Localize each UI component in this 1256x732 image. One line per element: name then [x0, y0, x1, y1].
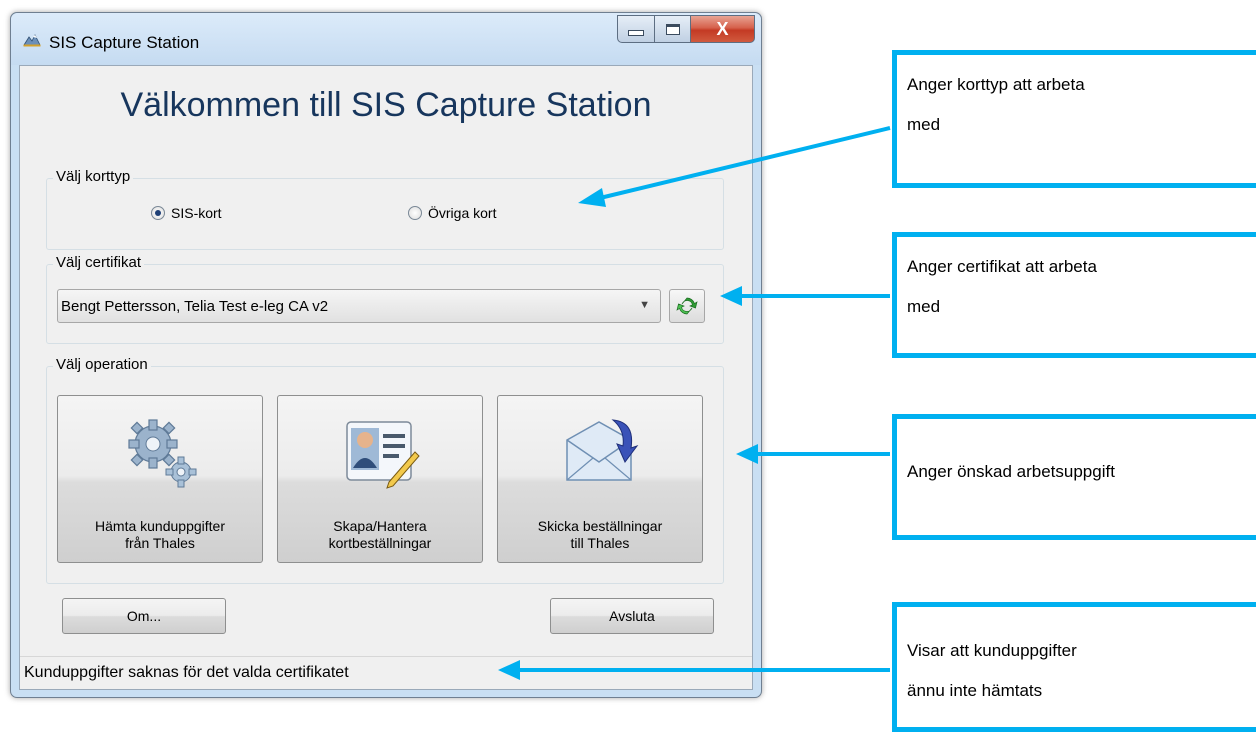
callout-card-type-line1: Anger korttyp att arbeta: [907, 75, 1085, 94]
send-orders-label: Skicka beställningar till Thales: [537, 518, 663, 551]
card-type-group: Välj korttyp SIS-kort Övriga kort: [46, 168, 724, 250]
window-title: SIS Capture Station: [49, 33, 200, 52]
card-type-label: Välj korttyp: [53, 168, 134, 185]
gears-icon: [128, 419, 197, 488]
radio-checked-icon: [151, 206, 165, 220]
callout-status-line1: Visar att kunduppgifter: [907, 641, 1077, 660]
app-icon: [23, 34, 41, 47]
fetch-customer-data-button[interactable]: Hämta kunduppgifter från Thales: [57, 395, 263, 563]
callout-card-type-line2: med: [907, 115, 941, 134]
manage-card-orders-label: Skapa/Hantera kortbeställningar: [328, 518, 432, 551]
maximize-icon: [665, 23, 680, 35]
about-button[interactable]: Om...: [62, 598, 226, 634]
radio-sis-kort[interactable]: SIS-kort: [151, 205, 222, 221]
status-text: Kunduppgifter saknas för det valda certi…: [24, 664, 349, 681]
callout-operation-line1: Anger önskad arbetsuppgift: [907, 462, 1115, 481]
close-button[interactable]: X: [691, 15, 755, 43]
chevron-down-icon: ▼: [639, 299, 650, 311]
close-icon: X: [716, 18, 729, 39]
exit-button[interactable]: Avsluta: [550, 598, 714, 634]
status-bar: Kunduppgifter saknas för det valda certi…: [20, 656, 752, 689]
callout-certificate-line2: med: [907, 297, 941, 316]
minimize-icon: [628, 30, 644, 36]
fetch-customer-data-label: Hämta kunduppgifter från Thales: [95, 518, 225, 551]
minimize-button[interactable]: [617, 15, 655, 43]
caption-buttons: X: [617, 15, 755, 45]
certificate-label: Välj certifikat: [53, 254, 145, 271]
callout-status: Visar att kunduppgifter ännu inte hämtat…: [892, 602, 1256, 732]
callout-certificate-line1: Anger certifikat att arbeta: [907, 257, 1097, 276]
send-mail-icon: [566, 419, 639, 481]
radio-sis-kort-label: SIS-kort: [171, 205, 222, 221]
welcome-heading: Välkommen till SIS Capture Station: [120, 86, 652, 124]
certificate-selected-value: Bengt Pettersson, Telia Test e-leg CA v2: [61, 297, 329, 315]
callout-card-type: Anger korttyp att arbeta med: [892, 50, 1256, 188]
radio-unchecked-icon: [408, 206, 422, 220]
operation-group: Välj operation Hämta kunduppgifter från …: [46, 356, 724, 584]
certificate-group: Välj certifikat Bengt Pettersson, Telia …: [46, 254, 724, 344]
radio-ovriga-kort[interactable]: Övriga kort: [408, 205, 496, 221]
manage-card-orders-button[interactable]: Skapa/Hantera kortbeställningar: [277, 395, 483, 563]
certificate-dropdown[interactable]: Bengt Pettersson, Telia Test e-leg CA v2…: [57, 289, 661, 323]
radio-ovriga-kort-label: Övriga kort: [428, 205, 497, 221]
operation-label: Välj operation: [53, 356, 151, 373]
client-area: Välkommen till SIS Capture Station Välj …: [19, 65, 753, 690]
refresh-icon: [676, 297, 698, 315]
callout-status-line2: ännu inte hämtats: [907, 681, 1043, 700]
app-window: SIS Capture Station X Välkommen till SIS…: [10, 12, 762, 698]
title-bar[interactable]: SIS Capture Station X: [11, 13, 761, 65]
maximize-button[interactable]: [655, 15, 691, 43]
refresh-button[interactable]: [669, 289, 705, 323]
callout-operation: Anger önskad arbetsuppgift: [892, 414, 1256, 540]
callout-certificate: Anger certifikat att arbeta med: [892, 232, 1256, 358]
id-card-edit-icon: [346, 421, 420, 489]
send-orders-button[interactable]: Skicka beställningar till Thales: [497, 395, 703, 563]
